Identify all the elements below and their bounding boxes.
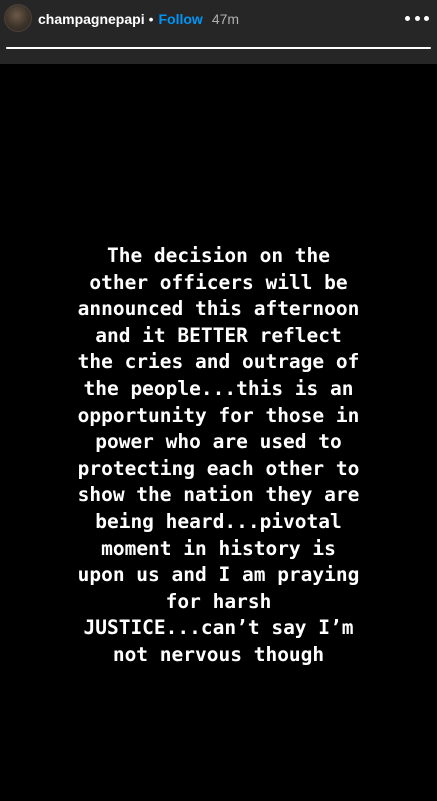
username[interactable]: champagnepapi — [38, 11, 145, 27]
user-row: champagnepapi • Follow 47m — [38, 8, 239, 30]
story-progress-fill — [6, 47, 431, 49]
follow-button[interactable]: Follow — [159, 11, 203, 27]
more-dot-1 — [405, 15, 410, 21]
separator-dot: • — [148, 11, 154, 27]
story-header: champagnepapi • Follow 47m — [0, 0, 437, 64]
more-dot-2 — [414, 15, 420, 21]
story-text: The decision on the other officers will … — [77, 244, 360, 666]
avatar[interactable] — [4, 4, 32, 32]
story-progress-track — [6, 47, 431, 49]
more-dot-3 — [424, 15, 429, 21]
more-options-icon[interactable] — [405, 9, 429, 27]
timestamp: 47m — [211, 11, 240, 27]
